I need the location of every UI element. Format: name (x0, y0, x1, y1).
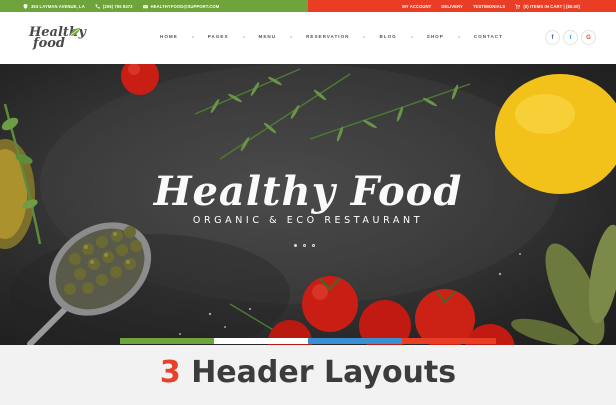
color-strip (120, 338, 496, 344)
nav-separator (457, 35, 460, 38)
hero-title: Healthy Food (153, 168, 463, 215)
cart-icon (515, 3, 521, 9)
map-pin-icon (23, 3, 28, 9)
leaf-icon (69, 28, 80, 37)
slider-dot[interactable] (303, 244, 306, 247)
phone-icon (95, 4, 100, 9)
caption-number: 3 (159, 355, 181, 390)
nav-separator (363, 35, 366, 38)
testimonials-link[interactable]: TESTIMONIALS (473, 4, 505, 9)
social-links: f t G (545, 30, 596, 45)
top-bar-contact: 353 LAYMAN AVENUE, LA (206) 755 8472 HEA… (0, 0, 308, 12)
hero-subtitle: ORGANIC & ECO RESTAURANT (192, 215, 424, 226)
nav-reservation[interactable]: RESERVATION (306, 34, 349, 39)
nav-pages[interactable]: PAGES (208, 34, 229, 39)
nav-separator (191, 35, 194, 38)
nav-home[interactable]: HOME (160, 34, 178, 39)
delivery-link[interactable]: DELIVERY (441, 4, 463, 9)
twitter-icon[interactable]: t (563, 30, 578, 45)
nav-contact[interactable]: CONTACT (474, 34, 503, 39)
logo-line2: food (33, 36, 66, 51)
strip-red (402, 338, 496, 344)
nav-separator (290, 35, 293, 38)
nav-blog[interactable]: BLOG (379, 34, 396, 39)
site-header: Healthy food HOME PAGES MENU RESERVATION… (0, 12, 616, 64)
email-text: HEALTHYFOOD@SUPPORT.COM (150, 3, 220, 9)
top-bar-account: MY ACCOUNT DELIVERY TESTIMONIALS (0) ITE… (308, 0, 616, 12)
hero-slider: Healthy Food ORGANIC & ECO RESTAURANT (0, 64, 616, 345)
caption-title: 3 Header Layouts (0, 355, 616, 390)
slider-pagination (294, 244, 315, 247)
main-nav: HOME PAGES MENU RESERVATION BLOG SHOP CO… (160, 34, 503, 39)
nav-separator (410, 35, 413, 38)
address-text: 353 LAYMAN AVENUE, LA (31, 3, 85, 9)
cart-link[interactable]: (0) ITEMS IN CART | ($0.00) (515, 4, 580, 9)
address-item: 353 LAYMAN AVENUE, LA (23, 3, 85, 9)
caption-area: 3 Header Layouts (0, 345, 616, 405)
google-plus-icon[interactable]: G (581, 30, 596, 45)
nav-separator (242, 35, 245, 38)
strip-blue (308, 338, 402, 344)
nav-menu[interactable]: MENU (259, 34, 277, 39)
phone-item[interactable]: (206) 755 8472 (95, 4, 133, 9)
top-bar: 353 LAYMAN AVENUE, LA (206) 755 8472 HEA… (0, 0, 616, 12)
phone-text: (206) 755 8472 (102, 3, 133, 9)
slider-dot-active[interactable] (294, 244, 297, 247)
caption-text: Header Layouts (180, 355, 457, 390)
slider-dot[interactable] (312, 244, 315, 247)
strip-green (120, 338, 214, 344)
site-logo[interactable]: Healthy food (25, 25, 86, 53)
email-item[interactable]: HEALTHYFOOD@SUPPORT.COM (142, 3, 220, 9)
mail-icon (142, 4, 148, 8)
nav-shop[interactable]: SHOP (427, 34, 444, 39)
facebook-icon[interactable]: f (545, 30, 560, 45)
strip-white (214, 338, 308, 344)
my-account-link[interactable]: MY ACCOUNT (402, 4, 431, 9)
cart-text: (0) ITEMS IN CART | ($0.00) (523, 3, 580, 9)
